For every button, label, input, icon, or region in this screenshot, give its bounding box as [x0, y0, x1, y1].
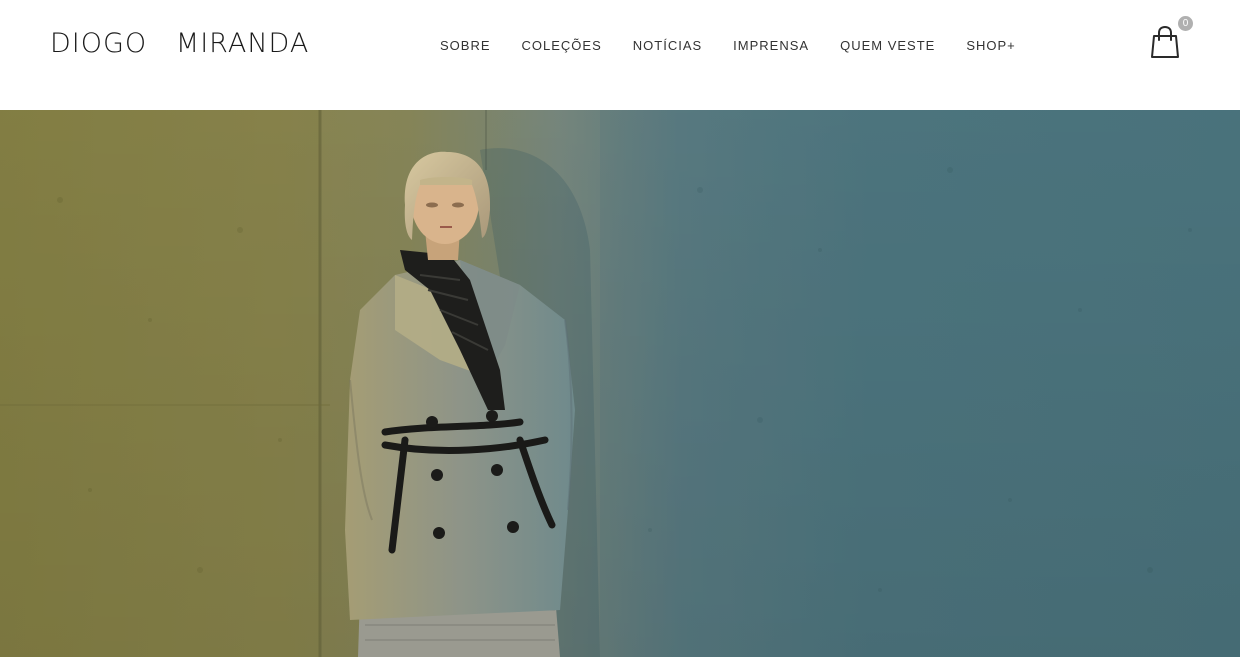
- nav-item-colecoes[interactable]: COLEÇÕES: [522, 38, 602, 53]
- nav-item-imprensa[interactable]: IMPRENSA: [733, 38, 809, 53]
- fashion-model-photo: [0, 110, 1240, 657]
- nav-item-shop[interactable]: SHOP+: [966, 38, 1015, 53]
- nav-item-quem-veste[interactable]: QUEM VESTE: [840, 38, 935, 53]
- cart-count-badge: 0: [1178, 16, 1193, 31]
- brand-logo[interactable]: DIOGO MIRANDA: [50, 27, 309, 61]
- nav-item-sobre[interactable]: SOBRE: [440, 38, 491, 53]
- shopping-bag-icon: [1151, 25, 1179, 58]
- site-header: DIOGO MIRANDA SOBRE COLEÇÕES NOTÍCIAS IM…: [0, 0, 1240, 110]
- main-nav: SOBRE COLEÇÕES NOTÍCIAS IMPRENSA QUEM VE…: [440, 36, 1016, 54]
- cart-button[interactable]: 0: [1148, 15, 1196, 63]
- hero-banner: [0, 110, 1240, 657]
- nav-item-noticias[interactable]: NOTÍCIAS: [633, 38, 702, 53]
